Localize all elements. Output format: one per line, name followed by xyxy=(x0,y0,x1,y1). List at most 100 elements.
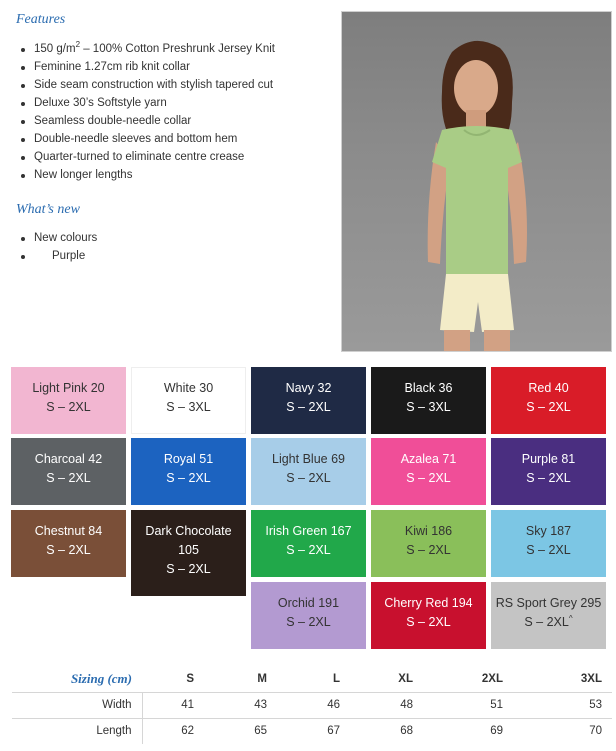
color-swatch[interactable]: Orchid 191 S – 2XL xyxy=(251,582,366,649)
swatch-sizes: S – 2XL xyxy=(11,469,126,488)
swatch-sizes-text: S – 2XL xyxy=(46,543,91,557)
color-swatch[interactable]: Charcoal 42 S – 2XL xyxy=(11,438,126,505)
whats-new-list: New colours Purple xyxy=(16,229,97,265)
swatch-sizes: S – 2XL xyxy=(491,541,606,560)
swatch-sizes-text: S – 2XL xyxy=(46,471,91,485)
swatch-name: Chestnut 84 xyxy=(34,524,103,538)
size-column-header: L xyxy=(332,672,340,685)
table-cell: 68 xyxy=(350,717,423,744)
table-row: Length 62 65 67 68 69 70 xyxy=(12,717,612,744)
swatch-sizes: S – 2XL xyxy=(251,469,366,488)
model-illustration xyxy=(427,40,527,351)
swatch-sizes: S – 2XL xyxy=(371,541,486,560)
whats-new-item: New colours xyxy=(16,229,97,247)
swatch-name: Black 36 xyxy=(404,381,453,395)
features-heading: Features xyxy=(16,12,66,27)
feature-item: New longer lengths xyxy=(16,166,275,184)
color-swatch[interactable]: Cherry Red 194 S – 2XL xyxy=(371,582,486,649)
swatch-sizes-text: S – 3XL xyxy=(166,400,211,414)
swatch-name: Light Pink 20 xyxy=(32,381,105,395)
size-column-header: M xyxy=(257,672,267,685)
swatch-name: Sky 187 xyxy=(525,524,572,538)
swatch-sizes-text: S – 3XL xyxy=(406,400,451,414)
swatch-name: White 30 xyxy=(163,381,214,395)
swatch-sizes-text: S – 2XL xyxy=(524,615,569,629)
swatch-name: Dark Chocolate 105 xyxy=(145,524,232,557)
color-swatch[interactable]: White 30 S – 3XL xyxy=(131,367,246,434)
model-photo xyxy=(341,11,612,352)
swatch-name: Charcoal 42 xyxy=(34,452,103,466)
swatch-sizes: S – 3XL xyxy=(131,398,246,417)
feature-item: Side seam construction with stylish tape… xyxy=(16,76,275,94)
size-column-header: S xyxy=(186,672,194,685)
color-swatch[interactable]: Light Pink 20 S – 2XL xyxy=(11,367,126,434)
color-swatch[interactable]: Black 36 S – 3XL xyxy=(371,367,486,434)
sizing-header-row: Sizing (cm) S M L XL 2XL 3XL xyxy=(12,666,612,692)
table-cell: 41 xyxy=(142,691,204,718)
swatch-sizes-text: S – 2XL xyxy=(406,543,451,557)
table-row: Width 41 43 46 48 51 53 xyxy=(12,691,612,718)
swatch-sizes-text: S – 2XL xyxy=(406,471,451,485)
table-cell: 65 xyxy=(204,717,277,744)
table-cell: 48 xyxy=(350,691,423,718)
whats-new-heading: What’s new xyxy=(16,202,80,217)
size-column-header: 3XL xyxy=(580,672,602,685)
feature-item: Deluxe 30’s Softstyle yarn xyxy=(16,94,275,112)
feature-item: Seamless double-needle collar xyxy=(16,112,275,130)
feature-item: Quarter-turned to eliminate centre creas… xyxy=(16,148,275,166)
whats-new-sub-item: Purple xyxy=(16,247,97,265)
table-cell: 51 xyxy=(423,691,513,718)
swatch-sizes: S – 2XL^ xyxy=(491,613,606,632)
color-swatch[interactable]: Navy 32 S – 2XL xyxy=(251,367,366,434)
swatch-sizes: S – 2XL xyxy=(371,613,486,632)
swatch-sizes-text: S – 2XL xyxy=(526,400,571,414)
color-swatch[interactable]: Sky 187 S – 2XL xyxy=(491,510,606,577)
color-swatch[interactable]: Purple 81 S – 2XL xyxy=(491,438,606,505)
swatch-name: RS Sport Grey 295 xyxy=(495,596,602,610)
row-label: Width xyxy=(12,691,143,718)
swatch-sizes: S – 2XL xyxy=(251,613,366,632)
swatch-sizes: S – 2XL xyxy=(11,541,126,560)
color-swatch[interactable]: Royal 51 S – 2XL xyxy=(131,438,246,505)
swatch-sizes-text: S – 2XL xyxy=(46,400,91,414)
feature-item: Double-needle sleeves and bottom hem xyxy=(16,130,275,148)
swatch-name: Orchid 191 xyxy=(277,596,340,610)
swatch-sizes: S – 2XL xyxy=(491,398,606,417)
color-swatch[interactable]: Chestnut 84 S – 2XL xyxy=(11,510,126,577)
swatch-sizes-text: S – 2XL xyxy=(166,471,211,485)
color-swatch[interactable]: Light Blue 69 S – 2XL xyxy=(251,438,366,505)
swatch-name: Irish Green 167 xyxy=(265,524,352,538)
swatch-sizes-text: S – 2XL xyxy=(286,615,331,629)
swatch-sizes: S – 2XL xyxy=(491,469,606,488)
swatch-sizes: S – 2XL xyxy=(131,560,246,579)
feature-item: 150 g/m2 – 100% Cotton Preshrunk Jersey … xyxy=(16,40,275,58)
table-cell: 53 xyxy=(513,691,612,718)
table-cell: 46 xyxy=(277,691,350,718)
color-swatch[interactable]: Kiwi 186 S – 2XL xyxy=(371,510,486,577)
swatch-name: Azalea 71 xyxy=(400,452,457,466)
swatch-sizes: S – 2XL xyxy=(251,398,366,417)
swatch-sizes-text: S – 2XL xyxy=(286,400,331,414)
swatch-name: Navy 32 xyxy=(285,381,332,395)
size-column-header: 2XL xyxy=(481,672,503,685)
swatch-sizes-text: S – 2XL xyxy=(166,562,211,576)
table-cell: 69 xyxy=(423,717,513,744)
color-swatch[interactable]: Dark Chocolate 105 S – 2XL xyxy=(131,510,246,596)
swatch-name: Cherry Red 194 xyxy=(384,596,473,610)
table-cell: 43 xyxy=(204,691,277,718)
swatch-name: Light Blue 69 xyxy=(272,452,345,466)
swatch-sizes-text: S – 2XL xyxy=(526,543,571,557)
swatch-sizes-text: S – 2XL xyxy=(286,543,331,557)
swatch-sizes-text: S – 2XL xyxy=(406,615,451,629)
color-swatch[interactable]: RS Sport Grey 295 S – 2XL^ xyxy=(491,582,606,649)
swatch-sizes: S – 3XL xyxy=(371,398,486,417)
swatch-sizes: S – 2XL xyxy=(11,398,126,417)
table-cell: 67 xyxy=(277,717,350,744)
color-swatch[interactable]: Irish Green 167 S – 2XL xyxy=(251,510,366,577)
swatch-sizes: S – 2XL xyxy=(371,469,486,488)
swatch-note-marker: ^ xyxy=(568,613,573,623)
swatch-name: Purple 81 xyxy=(521,452,576,466)
color-swatch[interactable]: Azalea 71 S – 2XL xyxy=(371,438,486,505)
swatch-name: Royal 51 xyxy=(163,452,214,466)
color-swatch[interactable]: Red 40 S – 2XL xyxy=(491,367,606,434)
